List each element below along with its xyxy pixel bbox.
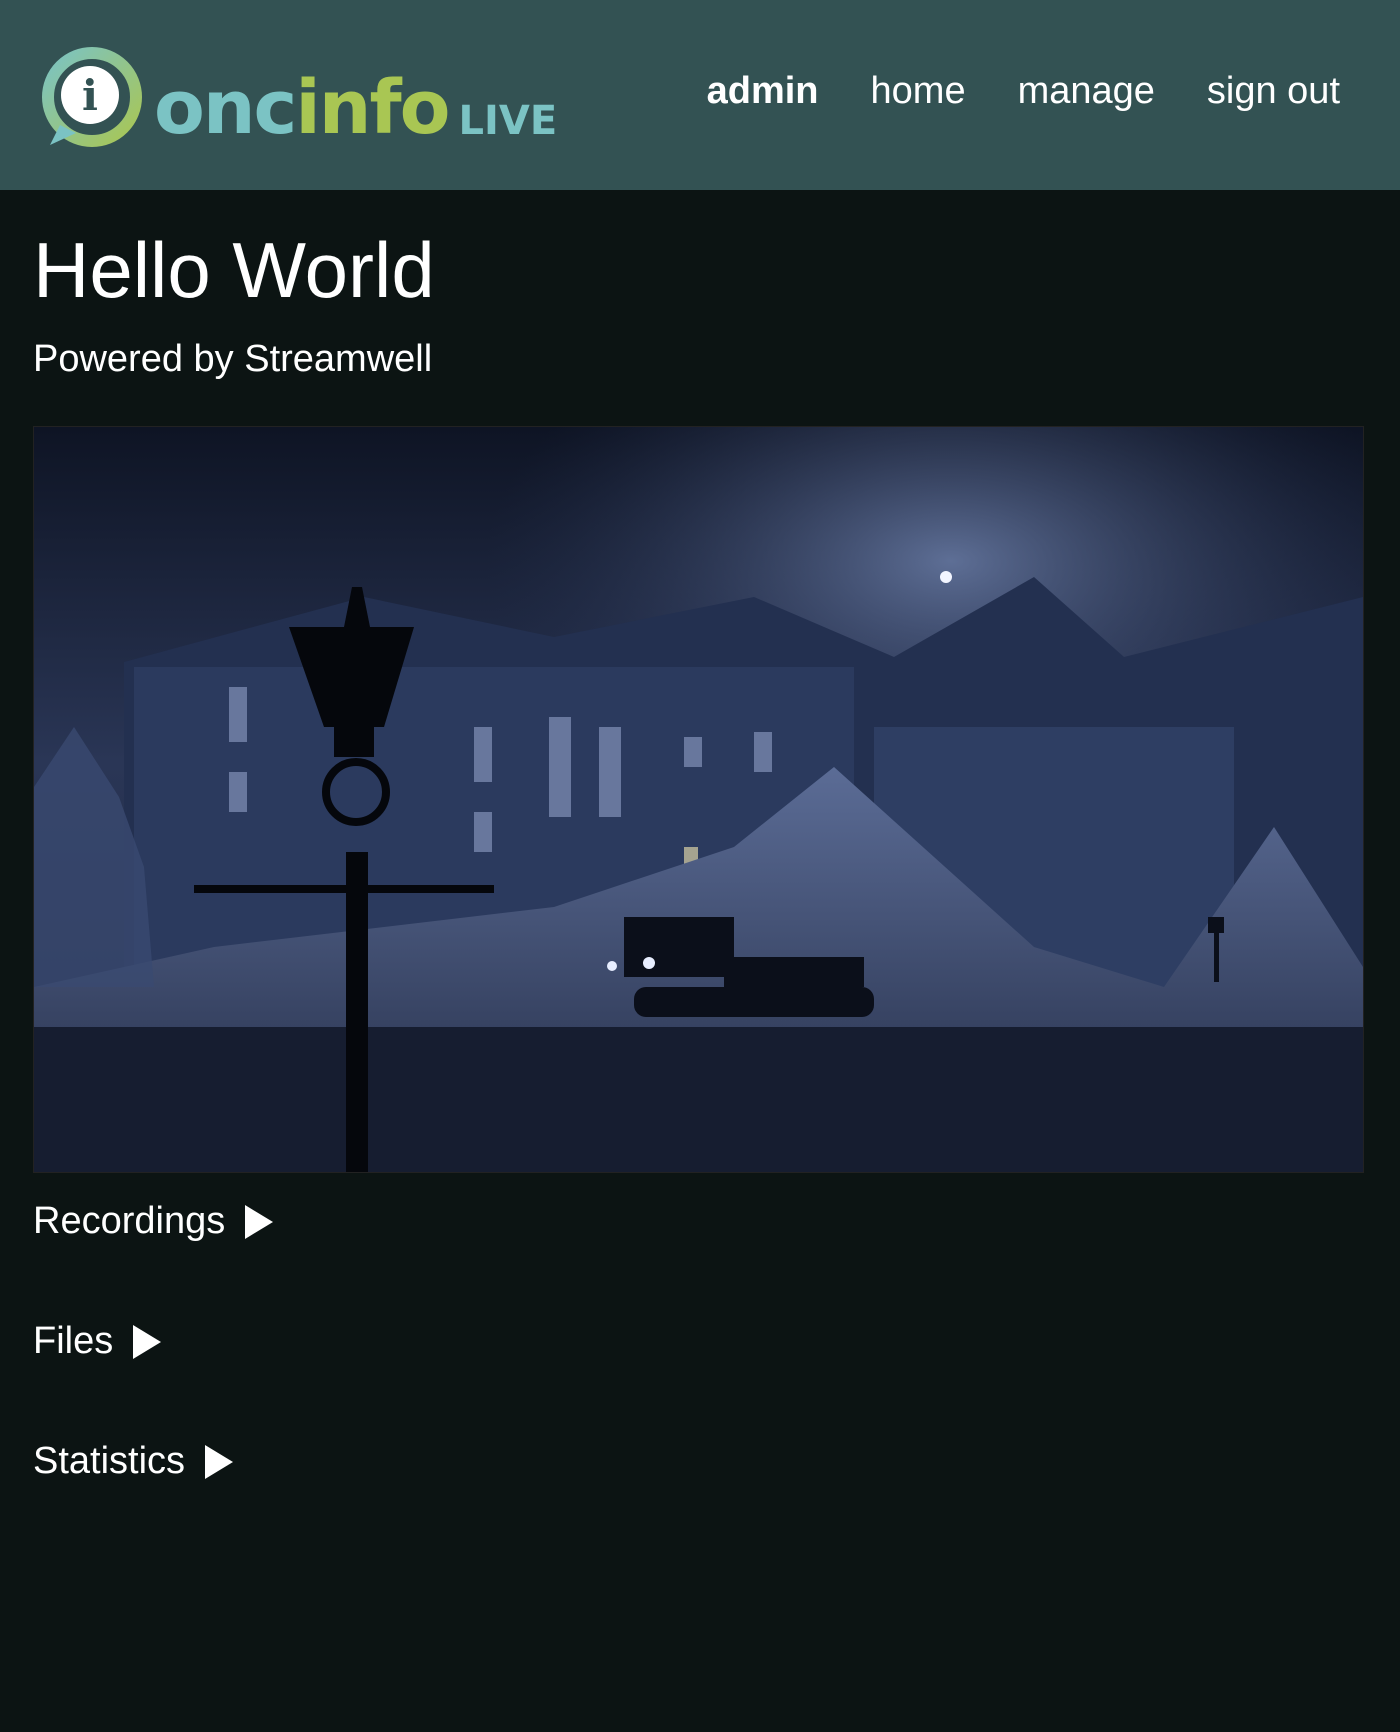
logo-text-onc: onc <box>154 65 297 151</box>
page-title: Hello World <box>33 226 435 314</box>
logo-wordmark: onc info LIVE <box>154 53 557 145</box>
nav-admin-link[interactable]: admin <box>707 70 819 113</box>
video-frame-snowy-night-scene <box>34 427 1363 1172</box>
statistics-label: Statistics <box>33 1440 186 1482</box>
play-triangle-icon <box>133 1324 162 1359</box>
nav-home-link[interactable]: home <box>871 70 966 113</box>
logo-badge-letter: i <box>82 71 98 120</box>
video-player[interactable] <box>33 426 1364 1173</box>
nav-sign-out-link[interactable]: sign out <box>1207 70 1340 113</box>
statistics-section-toggle[interactable]: Statistics <box>33 1440 234 1483</box>
recordings-label: Recordings <box>33 1200 226 1242</box>
logo-text-info: info <box>295 65 450 151</box>
page-subtitle: Powered by Streamwell <box>33 338 433 380</box>
files-label: Files <box>33 1320 114 1362</box>
site-header: i onc info LIVE admin home manage sign o… <box>0 0 1400 190</box>
logo-text-live: LIVE <box>458 98 558 144</box>
main-nav: admin home manage sign out <box>707 70 1340 113</box>
recordings-section-toggle[interactable]: Recordings <box>33 1200 274 1243</box>
oncinfo-live-logo[interactable]: i onc info LIVE <box>40 44 557 154</box>
play-triangle-icon <box>245 1204 274 1239</box>
info-badge-icon: i <box>40 47 144 151</box>
play-triangle-icon <box>205 1444 234 1479</box>
nav-manage-link[interactable]: manage <box>1018 70 1155 113</box>
files-section-toggle[interactable]: Files <box>33 1320 162 1363</box>
